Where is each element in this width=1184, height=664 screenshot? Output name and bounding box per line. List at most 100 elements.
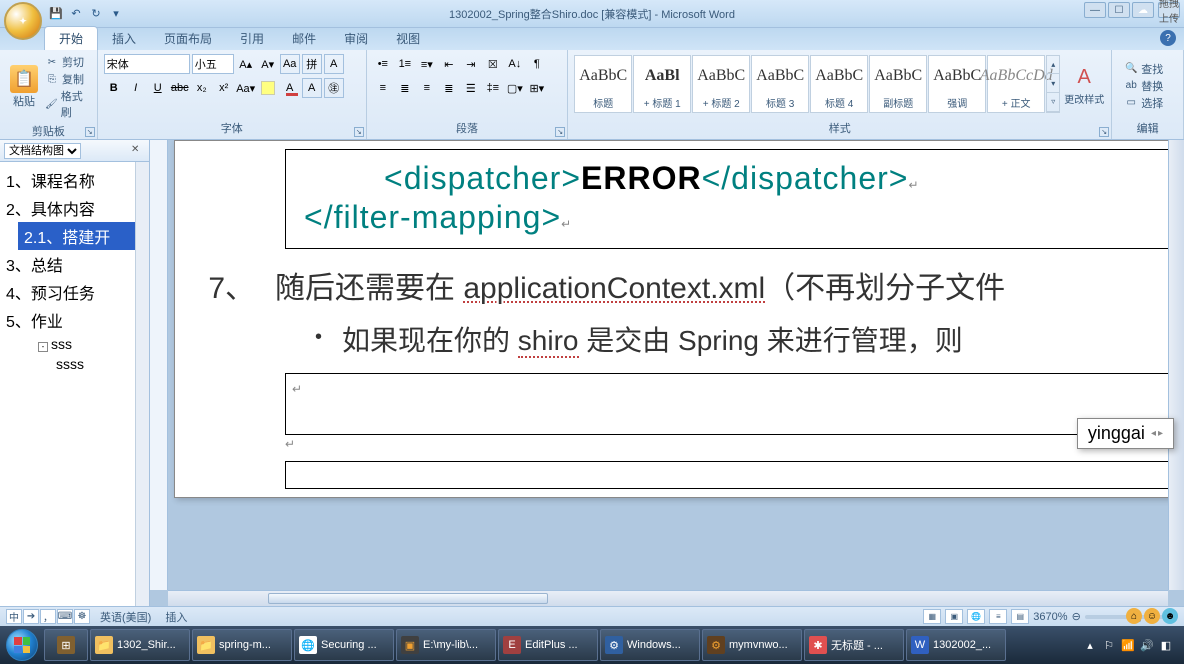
pinned-app[interactable]: ⊞	[44, 629, 88, 661]
bold-button[interactable]: B	[104, 78, 124, 98]
task-item[interactable]: ✱无标题 - ...	[804, 629, 904, 661]
nav-item-3[interactable]: 3、总结	[0, 250, 149, 278]
tray-up-icon[interactable]: ▴	[1083, 638, 1097, 652]
view-fullscreen[interactable]: ▣	[945, 609, 963, 624]
cut-button[interactable]: ✂剪切	[45, 54, 91, 70]
face-icon[interactable]: ⌂	[1126, 608, 1142, 624]
office-button[interactable]: ✦	[4, 2, 42, 40]
format-painter-button[interactable]: 🖌格式刷	[45, 88, 91, 120]
multilevel-button[interactable]: ≡▾	[417, 54, 437, 74]
view-web[interactable]: 🌐	[967, 609, 985, 624]
nav-view-select[interactable]: 文档结构图	[4, 143, 81, 159]
tab-mailings[interactable]: 邮件	[278, 27, 330, 50]
clipboard-launcher[interactable]: ↘	[85, 127, 95, 137]
phonetic-button[interactable]: 拼	[302, 54, 322, 74]
char-border-button[interactable]: A	[324, 54, 344, 74]
nav-close-button[interactable]: ✕	[131, 144, 145, 158]
change-styles-button[interactable]: A 更改样式	[1063, 57, 1105, 115]
select-button[interactable]: ▭选择	[1124, 95, 1163, 111]
distribute-button[interactable]: ☰	[461, 78, 481, 98]
show-marks-button[interactable]: ¶	[527, 54, 547, 74]
nav-item-4[interactable]: 4、预习任务	[0, 278, 149, 306]
task-item[interactable]: 📁spring-m...	[192, 629, 292, 661]
task-item[interactable]: EEditPlus ...	[498, 629, 598, 661]
borders-button[interactable]: ⊞▾	[527, 78, 547, 98]
qat-more-icon[interactable]: ▾	[108, 6, 124, 22]
highlight-button[interactable]	[258, 78, 278, 98]
view-outline[interactable]: ≡	[989, 609, 1007, 624]
ime-next-icon[interactable]: ▸	[1158, 428, 1163, 439]
paste-icon[interactable]: 📋	[10, 65, 38, 93]
help-icon[interactable]: ?	[1160, 30, 1176, 46]
zoom-level[interactable]: 3670%	[1033, 611, 1067, 623]
save-icon[interactable]: 💾	[48, 6, 64, 22]
sort-button[interactable]: A↓	[505, 54, 525, 74]
redo-icon[interactable]: ↻	[88, 6, 104, 22]
style-gallery-more[interactable]: ▴▾▿	[1046, 55, 1060, 113]
task-item[interactable]: ⚙mymvnwo...	[702, 629, 802, 661]
tray-network-icon[interactable]: 📶	[1121, 638, 1135, 652]
nav-scrollbar[interactable]	[135, 162, 149, 606]
indent-dec-button[interactable]: ⇤	[439, 54, 459, 74]
align-left-button[interactable]: ≡	[373, 78, 393, 98]
task-item[interactable]: 📁1302_Shir...	[90, 629, 190, 661]
shrink-font-button[interactable]: A▾	[258, 54, 278, 74]
styles-launcher[interactable]: ↘	[1099, 127, 1109, 137]
tab-insert[interactable]: 插入	[98, 27, 150, 50]
find-button[interactable]: 🔍查找	[1124, 61, 1163, 77]
style-title[interactable]: AaBbC标题	[574, 55, 632, 113]
font-launcher[interactable]: ↘	[354, 127, 364, 137]
nav-item-sss[interactable]: -sss	[32, 334, 149, 354]
para-launcher[interactable]: ↘	[555, 127, 565, 137]
view-draft[interactable]: ▤	[1011, 609, 1029, 624]
tray-misc-icon[interactable]: ◧	[1159, 638, 1173, 652]
style-heading2[interactable]: AaBbC+ 标题 2	[692, 55, 750, 113]
ime-shape-icon[interactable]: ➔	[23, 609, 39, 624]
page[interactable]: <dispatcher>ERROR</dispatcher>↵ </filter…	[174, 140, 1184, 498]
ime-prev-icon[interactable]: ◂	[1151, 428, 1156, 439]
task-item[interactable]: ⚙Windows...	[600, 629, 700, 661]
replace-button[interactable]: ab替换	[1124, 78, 1163, 94]
tab-references[interactable]: 引用	[226, 27, 278, 50]
tab-review[interactable]: 审阅	[330, 27, 382, 50]
char-shading-button[interactable]: A	[302, 78, 322, 98]
vertical-ruler[interactable]	[150, 140, 168, 590]
nav-item-2[interactable]: 2、具体内容	[0, 194, 149, 222]
superscript-button[interactable]: x²	[214, 78, 234, 98]
ime-mode-icon[interactable]: 中	[6, 609, 22, 624]
font-color-button[interactable]: A	[280, 78, 300, 98]
expand-icon[interactable]: -	[38, 342, 48, 352]
task-item[interactable]: W1302002_...	[906, 629, 1006, 661]
zoom-out-button[interactable]: ⊖	[1072, 610, 1081, 623]
task-item[interactable]: 🌐Securing ...	[294, 629, 394, 661]
strike-button[interactable]: abc	[170, 78, 190, 98]
nav-item-2-1[interactable]: 2.1、搭建开	[18, 222, 149, 250]
align-right-button[interactable]: ≡	[417, 78, 437, 98]
ime-status[interactable]: 中 ➔ ， ⌨ ☸	[6, 609, 90, 624]
copy-button[interactable]: ⎘复制	[45, 71, 91, 87]
ime-opt-icon[interactable]: ☸	[74, 609, 90, 624]
indent-inc-button[interactable]: ⇥	[461, 54, 481, 74]
underline-button[interactable]: U	[148, 78, 168, 98]
nav-item-5[interactable]: 5、作业	[0, 306, 149, 334]
justify-button[interactable]: ≣	[439, 78, 459, 98]
style-heading4[interactable]: AaBbC标题 4	[810, 55, 868, 113]
style-subtitle[interactable]: AaBbC副标题	[869, 55, 927, 113]
font-name-select[interactable]	[104, 54, 190, 74]
ime-punct-icon[interactable]: ，	[40, 609, 56, 624]
face-icon[interactable]: ☻	[1162, 608, 1178, 624]
change-case-button[interactable]: Aa▾	[236, 78, 256, 98]
tab-view[interactable]: 视图	[382, 27, 434, 50]
minimize-button[interactable]: —	[1084, 2, 1106, 18]
maximize-button[interactable]: ☐	[1108, 2, 1130, 18]
italic-button[interactable]: I	[126, 78, 146, 98]
clear-format-button[interactable]: Aa	[280, 54, 300, 74]
asian-layout-button[interactable]: ☒	[483, 54, 503, 74]
tab-layout[interactable]: 页面布局	[150, 27, 226, 50]
ime-candidate-box[interactable]: yinggai ◂▸	[1077, 418, 1174, 449]
line-spacing-button[interactable]: ‡≡	[483, 78, 503, 98]
face-icon[interactable]: ☺	[1144, 608, 1160, 624]
numbering-button[interactable]: 1≡	[395, 54, 415, 74]
tray-flag-icon[interactable]: ⚐	[1102, 638, 1116, 652]
status-insert-mode[interactable]: 插入	[161, 609, 191, 625]
